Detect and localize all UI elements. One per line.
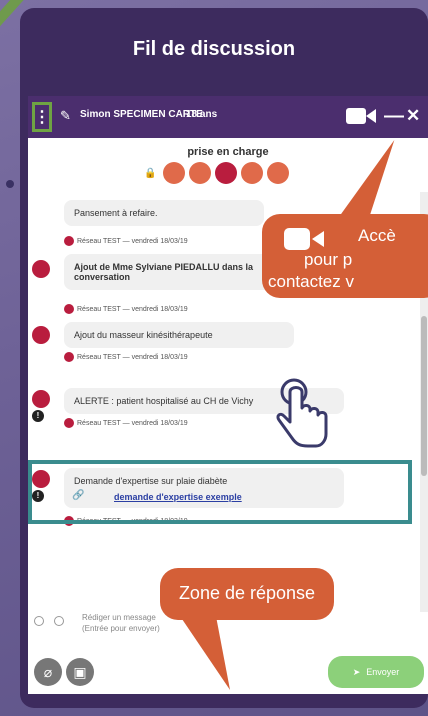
pointer-hand-icon [276,378,328,448]
video-callout: Accè pour p contactez v [262,214,428,298]
avatar [32,260,50,278]
decorative-dot [6,180,14,188]
callout-line: contactez v [268,272,354,291]
send-icon: ➤ [352,666,361,677]
pencil-icon[interactable]: ✎ [60,108,71,124]
message-meta: Réseau TEST — vendredi 18/03/19 [64,236,188,246]
status-step-active[interactable] [215,162,238,184]
avatar [32,390,50,408]
author-mini-avatar [64,352,74,362]
status-step[interactable] [241,162,264,184]
callout-line: pour p [304,250,353,269]
status-step[interactable] [189,162,212,184]
message-bubble: Pansement à refaire. [64,200,264,226]
message-meta-text: Réseau TEST — vendredi 18/03/19 [77,305,188,313]
option-radio[interactable] [34,616,44,626]
paperclip-icon[interactable]: ⌀ [34,658,62,686]
message-meta-text: Réseau TEST — vendredi 18/03/19 [77,353,188,361]
author-mini-avatar [64,418,74,428]
author-mini-avatar [64,236,74,246]
message-bubble: Ajout de Mme Sylviane PIEDALLU dans la c… [64,254,284,290]
patient-age: 18 ans [186,109,218,120]
message-meta: Réseau TEST — vendredi 18/03/19 [64,418,188,428]
callout-text: Zone de réponse [178,583,316,603]
scrollbar-thumb[interactable] [421,316,427,476]
avatar [32,326,50,344]
message-meta-text: Réseau TEST — vendredi 18/03/19 [77,419,188,427]
lock-icon: 🔒 [144,167,157,179]
status-steps: 🔒 [144,162,290,184]
video-call-icon[interactable] [346,108,366,124]
chat-header: ⋮ ✎ Simon SPECIMEN CARTE 18 ans — ✕ [28,96,428,138]
patient-name: Simon SPECIMEN CARTE [80,109,203,120]
callout-line: Accè [358,226,396,245]
send-label: Envoyer [366,667,400,677]
message-meta-text: Réseau TEST — vendredi 18/03/19 [77,237,188,245]
minimize-button[interactable]: — [384,105,404,128]
alert-badge: ! [32,410,44,422]
reply-zone-callout: Zone de réponse [160,568,334,620]
author-mini-avatar [64,304,74,314]
status-step[interactable] [163,162,186,184]
send-button[interactable]: ➤ Envoyer [328,656,424,688]
option-radio[interactable] [54,616,64,626]
message-bubble: Ajout du masseur kinésithérapeute [64,322,294,348]
video-camera-icon [284,228,324,250]
highlight-box [28,460,412,524]
message-input[interactable]: Rédiger un message (Entrée pour envoyer) [82,612,162,634]
panel-title: Fil de discussion [132,38,296,60]
kebab-menu-button[interactable]: ⋮ [32,102,52,132]
message-meta: Réseau TEST — vendredi 18/03/19 [64,352,188,362]
image-icon[interactable]: ▣ [66,658,94,686]
message-meta: Réseau TEST — vendredi 18/03/19 [64,304,188,314]
status-step[interactable] [267,162,290,184]
close-button[interactable]: ✕ [406,106,420,126]
